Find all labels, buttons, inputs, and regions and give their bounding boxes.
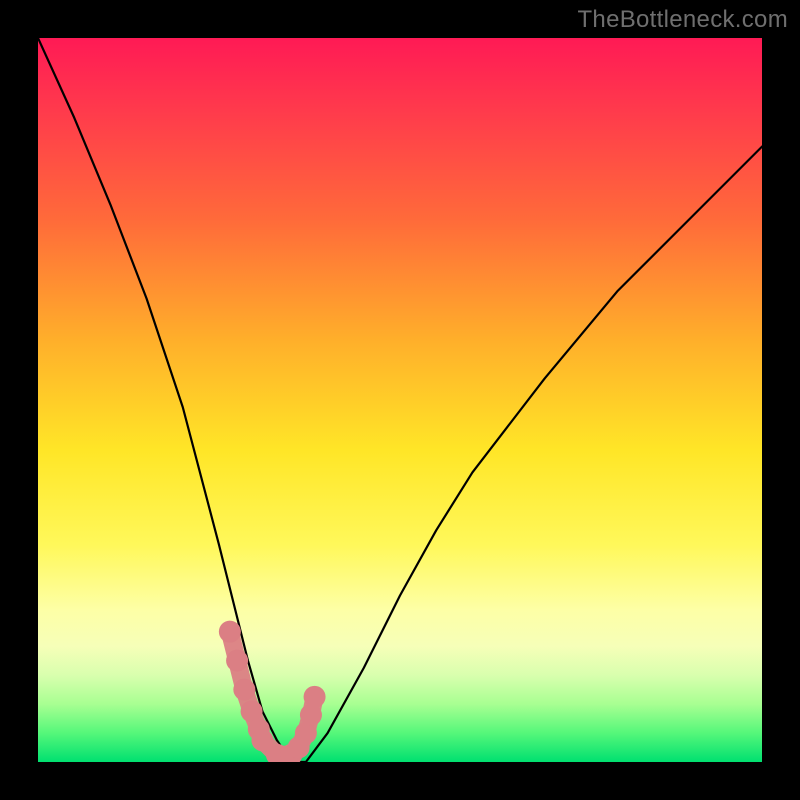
watermark: TheBottleneck.com xyxy=(577,6,788,34)
plot-area xyxy=(38,38,762,762)
chart-container: TheBottleneck.com xyxy=(0,0,800,800)
background-gradient xyxy=(38,38,762,762)
